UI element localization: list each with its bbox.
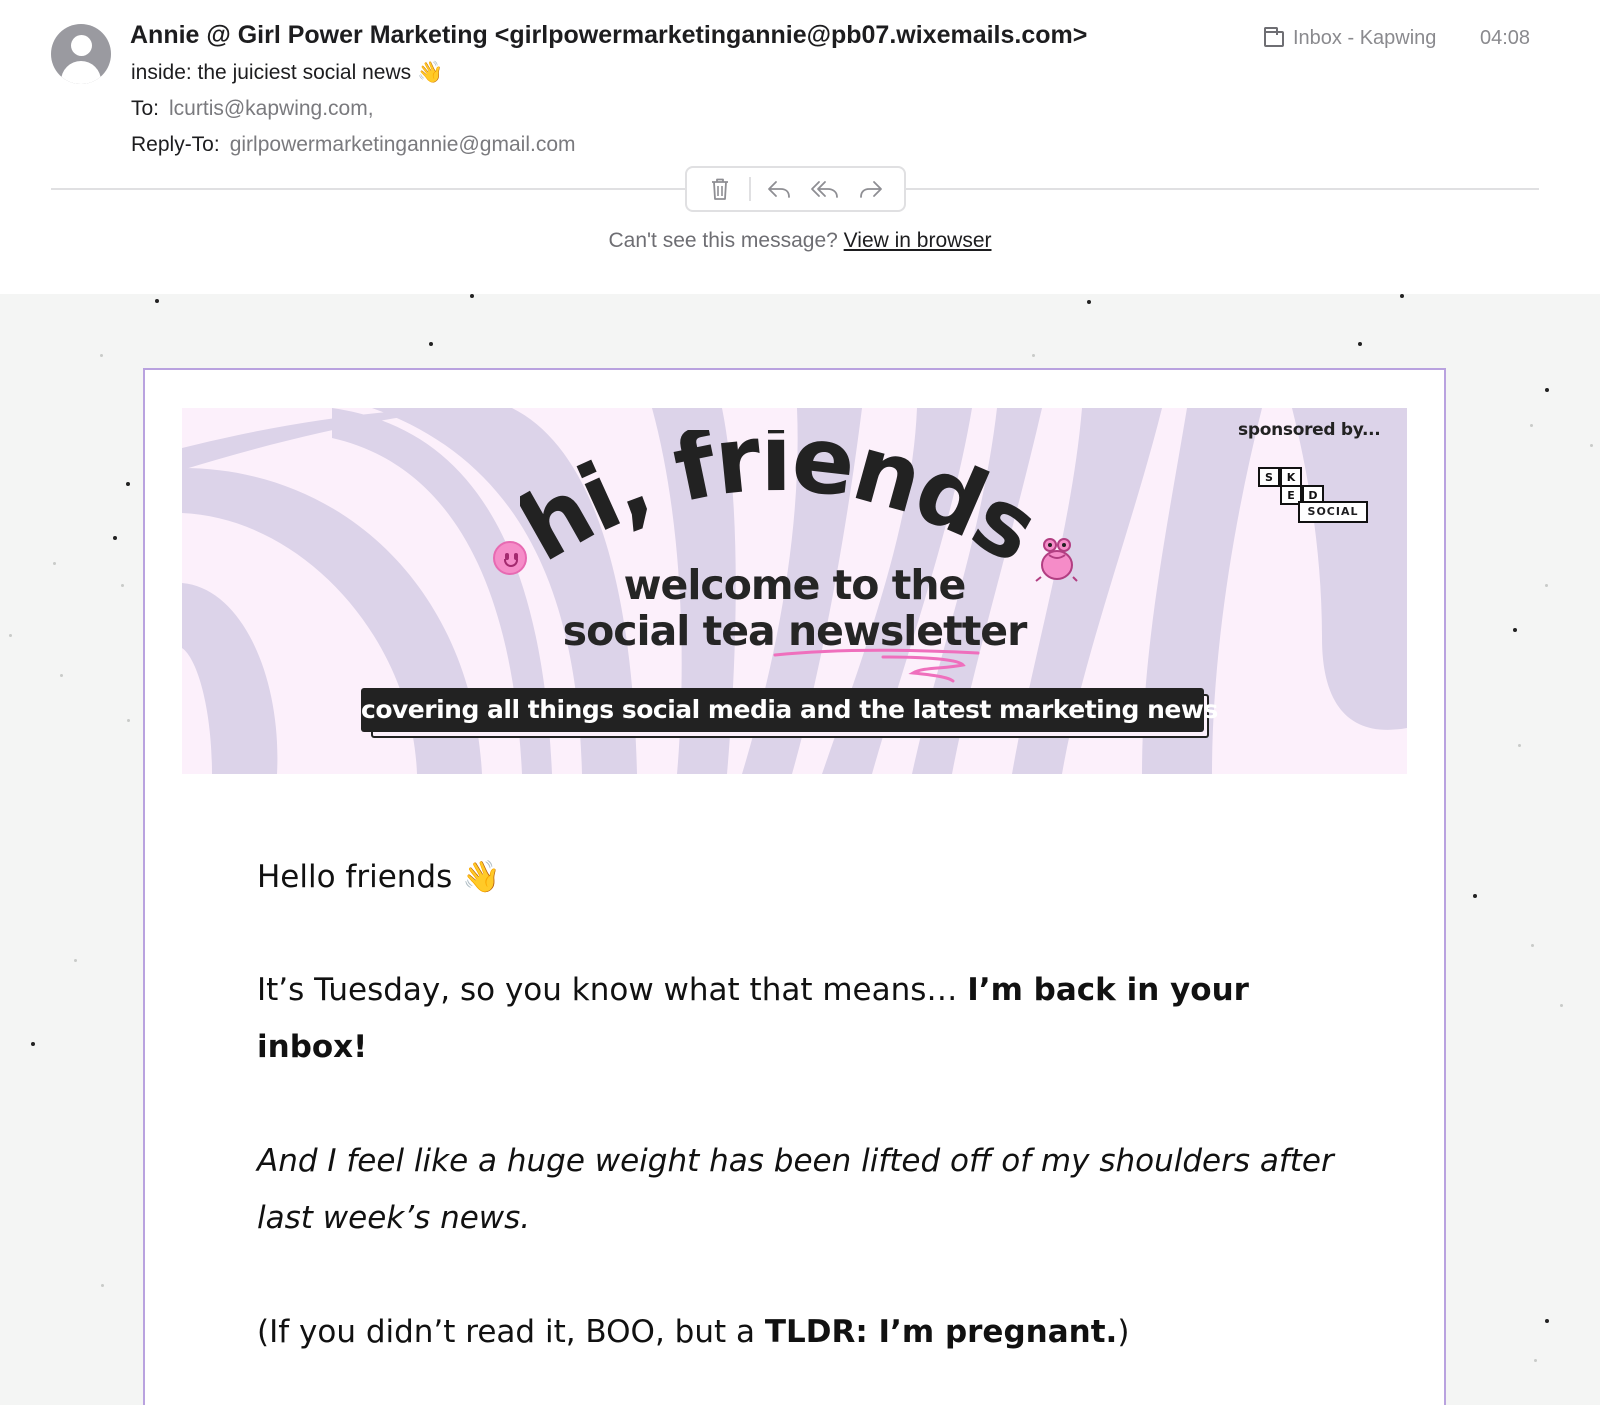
folder-icon — [1264, 26, 1284, 47]
welcome-line-2-a: social tea — [562, 607, 788, 655]
mailbox-label: Inbox - Kapwing — [1293, 27, 1437, 49]
paragraph-3-bold: TLDR: I’m pregnant. — [764, 1314, 1118, 1350]
reply-button[interactable] — [762, 172, 796, 206]
banner-headline: hi, friends — [520, 430, 1040, 580]
reply-all-icon — [811, 181, 839, 198]
svg-text:hi, friends: hi, friends — [520, 430, 1040, 580]
email-subject: inside: the juiciest social news 👋 — [131, 61, 444, 84]
sender-name[interactable]: Annie @ Girl Power Marketing <girlpowerm… — [130, 21, 1087, 50]
sked-letter-k: K — [1280, 467, 1302, 487]
toolbar-separator — [748, 177, 751, 201]
reply-to-address[interactable]: girlpowermarketingannie@gmail.com — [230, 133, 576, 156]
sked-word-social: SOCIAL — [1298, 501, 1368, 523]
sender-avatar — [51, 24, 111, 84]
paragraph-1: It’s Tuesday, so you know what that mean… — [257, 962, 1317, 1076]
greeting: Hello friends 👋 — [257, 859, 501, 895]
to-label: To: — [131, 97, 160, 120]
sked-social-logo[interactable]: S K E D SOCIAL — [1258, 455, 1378, 531]
message-toolbar — [685, 166, 906, 212]
paragraph-3-text-a: (If you didn’t read it, BOO, but a — [257, 1314, 765, 1350]
reply-to-label: Reply-To: — [131, 133, 220, 156]
banner-tagline: covering all things social media and the… — [361, 688, 1218, 732]
mail-header: Annie @ Girl Power Marketing <girlpowerm… — [0, 0, 1600, 294]
reply-icon — [768, 181, 791, 198]
sponsored-by-label: sponsored by... — [1238, 420, 1381, 440]
mailbox-location[interactable]: Inbox - Kapwing — [1264, 26, 1437, 50]
view-in-browser-prompt: Can't see this message? — [608, 229, 838, 252]
headline-text: hi, friends — [520, 430, 1040, 580]
paragraph-3: (If you didn’t read it, BOO, but a TLDR:… — [257, 1304, 1357, 1361]
paragraph-2: And I feel like a huge weight has been l… — [257, 1143, 1334, 1236]
trash-icon — [711, 178, 728, 200]
to-address[interactable]: lcurtis@kapwing.com, — [169, 97, 374, 120]
view-in-browser-bar: Can't see this message? View in browser — [0, 229, 1600, 253]
pink-underline-scribble — [773, 648, 980, 683]
forward-icon — [860, 181, 882, 198]
received-time: 04:08 — [1480, 27, 1531, 49]
reply-all-button[interactable] — [808, 172, 842, 206]
paragraph-3-text-b: ) — [1117, 1314, 1130, 1350]
paragraph-1-text: It’s Tuesday, so you know what that mean… — [257, 972, 968, 1008]
view-in-browser-link[interactable]: View in browser — [844, 229, 992, 252]
reply-to-line: Reply-To: girlpowermarketingannie@gmail.c… — [131, 133, 576, 157]
banner-welcome: welcome to the social tea newsletter — [182, 562, 1407, 654]
forward-button[interactable] — [854, 172, 888, 206]
to-line: To: lcurtis@kapwing.com, — [131, 97, 374, 121]
trash-button[interactable] — [703, 172, 737, 206]
sked-letter-s: S — [1258, 467, 1280, 487]
welcome-line-1: welcome to the — [623, 561, 967, 609]
